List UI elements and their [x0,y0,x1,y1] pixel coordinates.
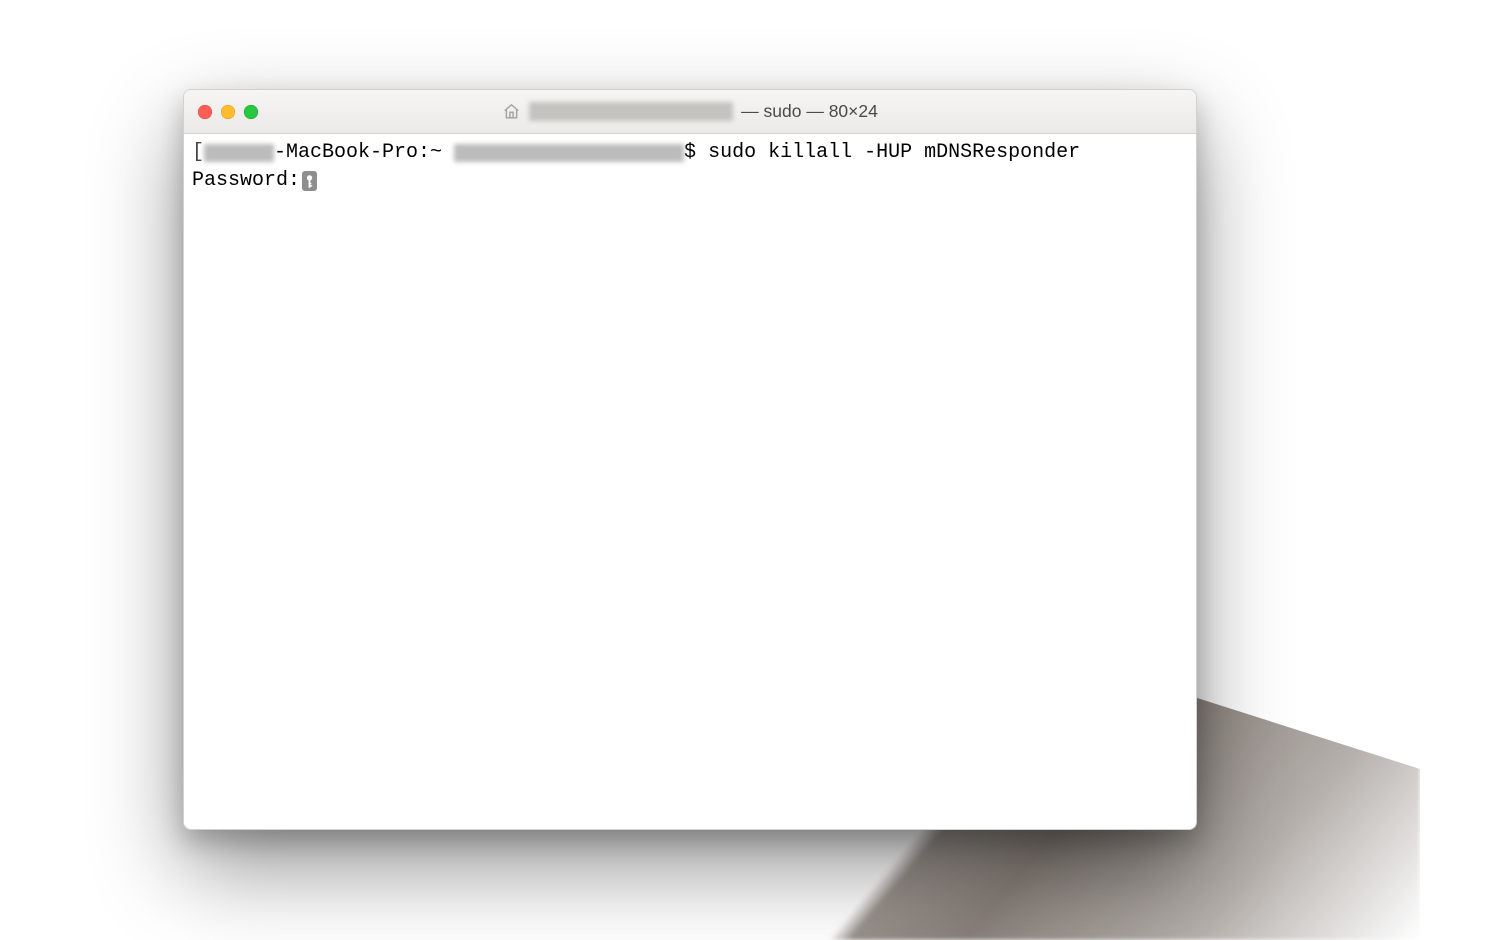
redacted-title-path [529,102,733,121]
password-prompt-label: Password: [192,167,300,195]
window-titlebar[interactable]: — sudo — 80×24 [184,90,1196,134]
window-title: — sudo — 80×24 [184,90,1196,133]
minimize-button[interactable] [221,105,235,119]
terminal-line-1: [ -MacBook-Pro:~ $ sudo killall -HUP mDN… [192,139,1188,167]
prompt-bracket: [ [192,139,204,167]
maximize-button[interactable] [244,105,258,119]
close-button[interactable] [198,105,212,119]
terminal-window: — sudo — 80×24 [ -MacBook-Pro:~ $ sudo k… [183,89,1197,830]
command-text: sudo killall -HUP mDNSResponder [708,139,1080,167]
terminal-line-2: Password: [192,167,1188,195]
home-icon [502,102,521,121]
key-icon [302,171,317,191]
redacted-username [454,144,684,162]
prompt-dollar: $ [684,139,708,167]
redacted-hostname [204,144,274,162]
terminal-content[interactable]: [ -MacBook-Pro:~ $ sudo killall -HUP mDN… [184,134,1196,829]
window-title-suffix: — sudo — 80×24 [741,101,878,122]
prompt-host-suffix: -MacBook-Pro:~ [274,139,454,167]
traffic-lights [198,105,258,119]
